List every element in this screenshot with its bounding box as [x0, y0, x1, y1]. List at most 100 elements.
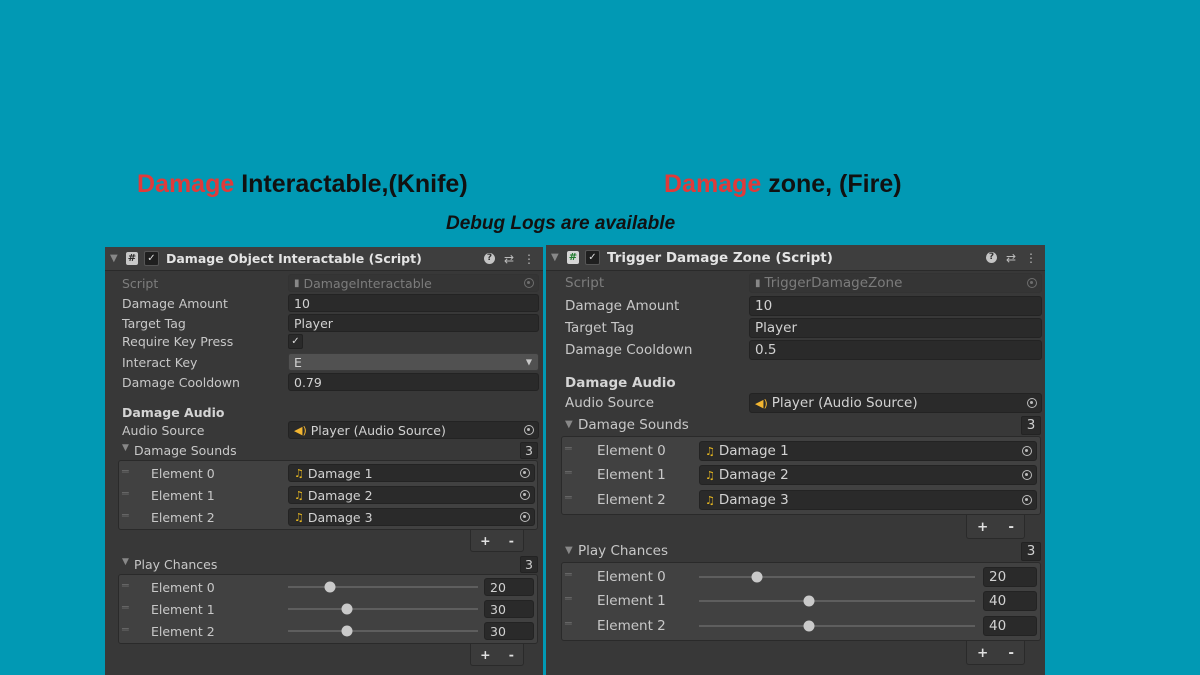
audio-source-field[interactable]: ◀) Player (Audio Source) [749, 393, 1042, 413]
sound-element-field[interactable]: ♫ Damage 2 [288, 486, 535, 504]
damage-amount-field[interactable]: 10 [288, 294, 539, 312]
audio-source-field[interactable]: ◀) Player (Audio Source) [288, 421, 539, 439]
chance-slider-knob[interactable] [341, 603, 353, 615]
inspector-damage-interactable: ▼ # ✓ Damage Object Interactable (Script… [105, 247, 543, 675]
drag-handle-icon[interactable]: ═ [122, 509, 129, 522]
play-chances-count[interactable]: 3 [1021, 542, 1041, 561]
help-icon[interactable]: ? [985, 252, 997, 263]
sound-element-label: Element 0 [151, 466, 215, 481]
remove-element-button[interactable]: - [1008, 645, 1014, 661]
kebab-menu-icon[interactable]: ⋮ [1025, 251, 1037, 265]
chance-slider-track[interactable] [288, 586, 478, 588]
object-picker-icon[interactable] [520, 468, 530, 478]
object-picker-icon[interactable] [1027, 398, 1037, 408]
interact-key-label: Interact Key [122, 355, 198, 370]
sound-element-field[interactable]: ♫ Damage 1 [699, 441, 1037, 461]
damage-sounds-count[interactable]: 3 [520, 442, 538, 459]
play-chances-label[interactable]: Play Chances [578, 543, 668, 559]
require-key-checkbox[interactable]: ✓ [288, 334, 303, 349]
chance-slider-track[interactable] [288, 608, 478, 610]
sound-element-field[interactable]: ♫ Damage 2 [699, 465, 1037, 485]
object-picker-icon[interactable] [520, 490, 530, 500]
fold-arrow-icon[interactable]: ▼ [565, 419, 573, 430]
component-header[interactable]: ▼ # ✓ Trigger Damage Zone (Script) ? ⇄ ⋮ [546, 245, 1045, 271]
object-picker-icon[interactable] [1022, 495, 1032, 505]
object-picker-icon[interactable] [520, 512, 530, 522]
add-element-button[interactable]: + [977, 645, 988, 661]
enabled-checkbox[interactable]: ✓ [585, 250, 600, 265]
drag-handle-icon[interactable]: ═ [122, 579, 129, 592]
cooldown-field[interactable]: 0.79 [288, 373, 539, 391]
object-picker-icon[interactable] [1022, 470, 1032, 480]
chance-element-label: Element 1 [597, 593, 666, 609]
chance-slider-track[interactable] [699, 576, 975, 578]
chance-slider-track[interactable] [699, 625, 975, 627]
drag-handle-icon[interactable]: ═ [565, 568, 572, 581]
drag-handle-icon[interactable]: ═ [565, 466, 572, 479]
object-picker-icon[interactable] [1022, 446, 1032, 456]
cooldown-field[interactable]: 0.5 [749, 340, 1042, 360]
chance-slider-knob[interactable] [341, 625, 353, 637]
fold-arrow-icon[interactable]: ▼ [110, 253, 120, 264]
component-title: Damage Object Interactable (Script) [166, 251, 422, 266]
play-chances-label[interactable]: Play Chances [134, 557, 217, 572]
add-element-button[interactable]: + [977, 519, 988, 535]
drag-handle-icon[interactable]: ═ [122, 487, 129, 500]
drag-handle-icon[interactable]: ═ [565, 491, 572, 504]
chance-value-field[interactable]: 40 [983, 591, 1037, 611]
add-element-button[interactable]: + [480, 647, 490, 662]
drag-handle-icon[interactable]: ═ [122, 601, 129, 614]
enabled-checkbox[interactable]: ✓ [144, 251, 159, 266]
heading-knife-red: Damage [137, 170, 235, 198]
fold-arrow-icon[interactable]: ▼ [122, 443, 129, 453]
cooldown-label: Damage Cooldown [565, 342, 693, 358]
drag-handle-icon[interactable]: ═ [122, 465, 129, 478]
sound-element-field[interactable]: ♫ Damage 1 [288, 464, 535, 482]
chance-value-field[interactable]: 20 [484, 578, 534, 596]
damage-amount-field[interactable]: 10 [749, 296, 1042, 316]
component-header[interactable]: ▼ # ✓ Damage Object Interactable (Script… [105, 247, 543, 271]
preset-icon[interactable]: ⇄ [504, 252, 514, 266]
chance-value-field[interactable]: 30 [484, 600, 534, 618]
kebab-menu-icon[interactable]: ⋮ [523, 252, 535, 266]
sound-element-field[interactable]: ♫ Damage 3 [288, 508, 535, 526]
fold-arrow-icon[interactable]: ▼ [122, 557, 129, 567]
chance-slider-track[interactable] [288, 630, 478, 632]
sound-element-value: Damage 3 [718, 492, 789, 508]
fold-arrow-icon[interactable]: ▼ [551, 252, 561, 263]
fold-arrow-icon[interactable]: ▼ [565, 545, 573, 556]
chance-value-field[interactable]: 20 [983, 567, 1037, 587]
play-chances-count[interactable]: 3 [520, 556, 538, 573]
drag-handle-icon[interactable]: ═ [122, 623, 129, 636]
sound-element-value: Damage 3 [307, 509, 373, 525]
chance-slider-track[interactable] [699, 600, 975, 602]
chance-value-field[interactable]: 30 [484, 622, 534, 640]
damage-sounds-label[interactable]: Damage Sounds [134, 443, 237, 458]
drag-handle-icon[interactable]: ═ [565, 442, 572, 455]
chance-value-field[interactable]: 40 [983, 616, 1037, 636]
drag-handle-icon[interactable]: ═ [565, 617, 572, 630]
add-element-button[interactable]: + [480, 533, 490, 548]
script-value: TriggerDamageZone [764, 275, 903, 291]
chance-value: 40 [989, 618, 1007, 634]
remove-element-button[interactable]: - [509, 647, 514, 662]
sound-element-field[interactable]: ♫ Damage 3 [699, 490, 1037, 510]
chance-slider-knob[interactable] [751, 571, 763, 583]
preset-icon[interactable]: ⇄ [1006, 251, 1016, 265]
chance-slider-knob[interactable] [803, 620, 815, 632]
chance-slider-knob[interactable] [803, 595, 815, 607]
drag-handle-icon[interactable]: ═ [565, 592, 572, 605]
target-tag-field[interactable]: Player [749, 318, 1042, 338]
target-tag-field[interactable]: Player [288, 314, 539, 332]
chance-value: 20 [490, 579, 506, 595]
chance-slider-knob[interactable] [324, 581, 336, 593]
remove-element-button[interactable]: - [1008, 519, 1014, 535]
damage-sounds-label[interactable]: Damage Sounds [578, 417, 689, 433]
target-tag-value: Player [755, 320, 798, 336]
help-icon[interactable]: ? [483, 253, 495, 264]
script-label: Script [565, 275, 605, 291]
object-picker-icon[interactable] [524, 425, 534, 435]
interact-key-dropdown[interactable]: E ▼ [288, 353, 539, 371]
damage-sounds-count[interactable]: 3 [1021, 416, 1041, 435]
remove-element-button[interactable]: - [509, 533, 514, 548]
